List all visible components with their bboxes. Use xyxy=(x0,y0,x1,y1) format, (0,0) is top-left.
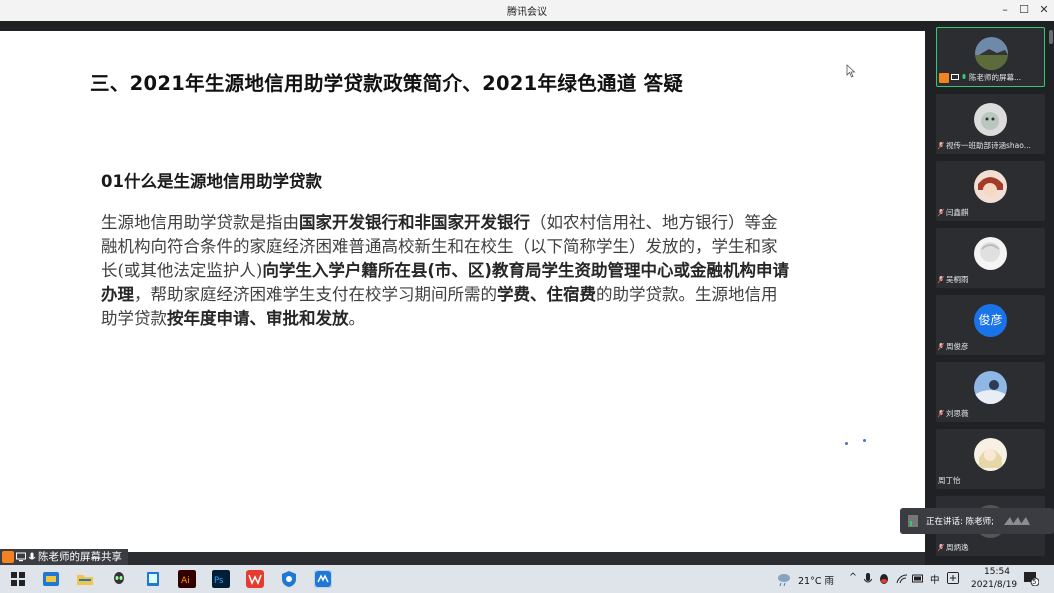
qq-tray-icon[interactable] xyxy=(878,573,890,585)
mouse-cursor-icon xyxy=(846,64,856,78)
security-app-icon[interactable] xyxy=(280,570,298,588)
svg-text:Ps: Ps xyxy=(214,576,224,586)
window-title: 腾讯会议 xyxy=(507,7,547,18)
slide-subtitle: 01什么是生源地信用助学贷款 xyxy=(101,172,322,191)
wifi-icon[interactable] xyxy=(896,573,908,585)
mic-muted-icon xyxy=(938,342,944,350)
participant-tile[interactable]: 陈老师的屏幕... xyxy=(936,27,1045,87)
mic-muted-icon xyxy=(938,208,944,216)
user-icon xyxy=(2,551,14,563)
weather-text[interactable]: 21°C 雨 xyxy=(798,573,834,587)
mic-muted-icon xyxy=(938,141,944,149)
file-explorer-icon[interactable] xyxy=(76,570,94,588)
avatar xyxy=(974,170,1007,203)
battery-icon[interactable] xyxy=(912,574,924,584)
notification-icon[interactable] xyxy=(1023,570,1039,586)
participant-tile[interactable]: 吴桐雨 xyxy=(936,228,1045,288)
participant-name: 刘思薇 xyxy=(938,408,969,419)
slide-title: 三、2021年生源地信用助学贷款政策简介、2021年绿色通道 答疑 xyxy=(90,72,684,95)
mic-icon xyxy=(962,73,966,79)
minimize-button[interactable]: – xyxy=(997,2,1013,18)
slide-body: 生源地信用助学贷款是指由国家开发银行和非国家开发银行（如农村信用社、地方银行）等… xyxy=(101,211,791,331)
avatar xyxy=(974,438,1007,471)
participant-tile[interactable]: 周丁怡 xyxy=(936,429,1045,489)
avatar xyxy=(974,237,1007,270)
participant-name: 陈老师的屏幕... xyxy=(939,72,1021,83)
slide-body-emphasis: 按年度申请、审批和发放 xyxy=(167,309,349,328)
mic-tray-icon[interactable] xyxy=(864,573,872,585)
participant-name: 吴桐雨 xyxy=(938,274,969,285)
tablet-app-icon[interactable] xyxy=(144,570,162,588)
participant-tile[interactable]: 视传一班助部诗涵shao... xyxy=(936,94,1045,154)
ime-language[interactable]: 中 xyxy=(930,572,940,586)
host-icon xyxy=(939,72,949,83)
shared-screen: 三、2021年生源地信用助学贷款政策简介、2021年绿色通道 答疑 01什么是生… xyxy=(0,31,925,552)
avatar xyxy=(974,371,1007,404)
participant-tile[interactable]: 闫鑫麒 xyxy=(936,161,1045,221)
slide-body-text: 。 xyxy=(348,309,366,328)
svg-text:Ai: Ai xyxy=(181,576,190,586)
slide-body-emphasis: 国家开发银行和非国家开发银行 xyxy=(299,213,530,232)
screen-icon xyxy=(16,552,26,562)
weather-app-icon[interactable] xyxy=(42,570,60,588)
share-label-text: 陈老师的屏幕共享 xyxy=(38,551,122,563)
slide-dot xyxy=(863,439,866,442)
participant-name: 闫鑫麒 xyxy=(938,207,969,218)
speaking-indicator: 正在讲话: 陈老师; xyxy=(900,508,1054,534)
participants-panel: 陈老师的屏幕... 视传一班助部诗涵shao... 闫鑫麒 吴桐雨 俊彦 周俊彦… xyxy=(925,21,1054,565)
participants-scrollbar[interactable] xyxy=(1049,30,1053,44)
participant-tile[interactable]: 俊彦 周俊彦 xyxy=(936,295,1045,355)
mic-icon xyxy=(28,552,36,560)
slide-body-emphasis: 学费、住宿费 xyxy=(497,285,596,304)
participant-tile[interactable]: 刘思薇 xyxy=(936,362,1045,422)
avatar: 俊彦 xyxy=(974,304,1007,337)
slide-body-text: 符合条件的家庭经济困难普通高校新生和在校生 xyxy=(167,237,514,256)
photoshop-icon[interactable]: Ps xyxy=(212,570,230,588)
close-button[interactable]: ✕ xyxy=(1036,2,1052,18)
title-bar: 腾讯会议 – ☐ ✕ xyxy=(0,0,1054,21)
clock-date[interactable]: 2021/8/19 xyxy=(971,580,1017,590)
slide-dot xyxy=(845,442,848,445)
wps-icon[interactable] xyxy=(246,570,264,588)
clock-time[interactable]: 15:54 xyxy=(984,567,1010,577)
speaking-text: 正在讲话: 陈老师; xyxy=(926,517,994,527)
cloud-rain-icon[interactable] xyxy=(776,571,792,587)
tencent-meeting-icon[interactable] xyxy=(314,570,332,588)
chevron-up-icon[interactable]: ^ xyxy=(849,572,857,583)
maximize-button[interactable]: ☐ xyxy=(1016,2,1032,18)
tencent-meeting-window: 腾讯会议 – ☐ ✕ 三、2021年生源地信用助学贷款政策简介、2021年绿色通… xyxy=(0,0,1054,593)
mic-muted-icon xyxy=(938,543,944,551)
mic-muted-icon xyxy=(938,275,944,283)
participant-name: 周丁怡 xyxy=(938,476,961,485)
participant-name: 周炳逸 xyxy=(938,542,969,553)
avatar xyxy=(975,37,1008,70)
speaker-avatar-icon xyxy=(908,515,918,527)
avatar xyxy=(974,103,1007,136)
alien-app-icon[interactable] xyxy=(110,570,128,588)
mic-muted-icon xyxy=(938,409,944,417)
screen-share-label[interactable]: 陈老师的屏幕共享 xyxy=(0,549,128,565)
windows-start-icon[interactable] xyxy=(9,570,27,588)
bottom-strip xyxy=(0,552,925,565)
screen-icon xyxy=(951,73,959,80)
slide-body-text: ，帮助家庭经济困难学生支付在校学习期间所需的 xyxy=(134,285,497,304)
illustrator-icon[interactable]: Ai xyxy=(178,570,196,588)
ime-mode-icon[interactable] xyxy=(947,572,959,584)
participant-name: 周俊彦 xyxy=(938,341,969,352)
slide-body-text: 生源地信用助学贷款是指由 xyxy=(101,213,299,232)
notification-count: 5 xyxy=(1032,578,1037,586)
windows-taskbar: Ai Ps 21°C 雨 ^ 中 15:54 2021/8/19 5 xyxy=(0,565,1054,593)
participant-name: 视传一班助部诗涵shao... xyxy=(938,140,1031,151)
audio-wave-icon xyxy=(1003,517,1030,525)
